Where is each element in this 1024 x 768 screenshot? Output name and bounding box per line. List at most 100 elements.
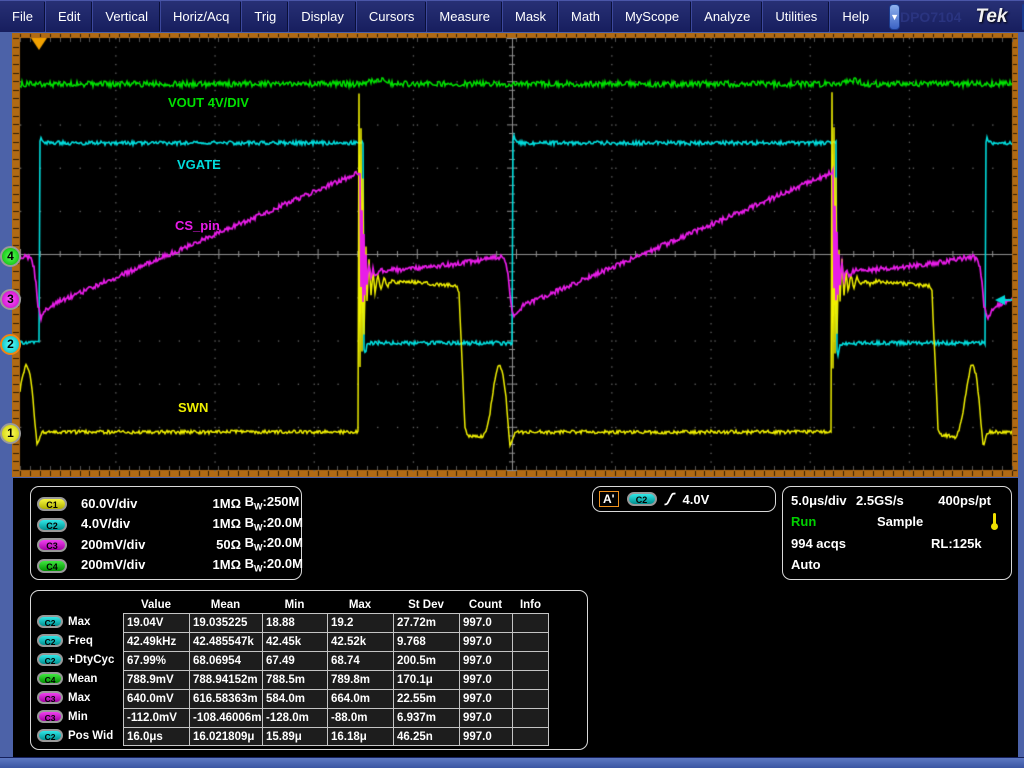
channel3-ground-marker[interactable]: 3 [0, 289, 21, 310]
channel3-bandwidth: BW:20.0M [241, 535, 297, 553]
timebase-scale: 5.0μs/div [791, 493, 847, 508]
trigger-readout-panel[interactable]: A' C2 4.0V [592, 486, 776, 512]
channel2-ground-marker[interactable]: 2 [0, 334, 21, 355]
meas-cell: 27.72m [393, 613, 459, 632]
measurement-table-panel: Value Mean Min Max St Dev Count Info C2M… [30, 590, 588, 750]
trigger-source-badge: C2 [627, 492, 657, 506]
waveform-display: 4 3 2 1 VOUT 4V/DIV VGATE CS_pin SWN [0, 32, 1024, 478]
menu-dropdown-button[interactable]: ▼ [889, 4, 900, 30]
menu-display[interactable]: Display [288, 1, 356, 32]
channel3-badge[interactable]: C3 [37, 538, 67, 552]
meas-cell: 170.1μ [393, 670, 459, 689]
meas-cell: 46.25n [393, 727, 459, 746]
meas-cell: 616.58363m [189, 689, 262, 708]
meas-cell: 42.49kHz [123, 632, 189, 651]
trigger-level: 4.0V [683, 492, 710, 507]
menu-help[interactable]: Help [829, 1, 881, 32]
channel1-impedance: 1MΩ [199, 496, 241, 511]
trace-label-vgate: VGATE [177, 157, 221, 172]
menu-utilities[interactable]: Utilities [762, 1, 829, 32]
record-length: RL:125k [931, 536, 982, 551]
channel1-bandwidth: BW:250M [241, 494, 297, 512]
meas-row-label: C3Min [35, 708, 123, 727]
meas-cell [512, 651, 549, 670]
meas-cell: 788.9mV [123, 670, 189, 689]
measurement-table: Value Mean Min Max St Dev Count Info C2M… [35, 594, 549, 746]
channel2-badge[interactable]: C2 [37, 518, 67, 532]
menu-file[interactable]: File [0, 1, 45, 32]
meas-row-label: C4Mean [35, 670, 123, 689]
taskbar[interactable] [0, 757, 1024, 768]
menu-edit[interactable]: Edit [45, 1, 92, 32]
meas-cell: 640.0mV [123, 689, 189, 708]
meas-cell: 997.0 [459, 708, 512, 727]
meas-row-label: C2Freq [35, 632, 123, 651]
meas-cell: 15.89μ [262, 727, 327, 746]
thermometer-icon [990, 513, 999, 531]
menu-bar: File Edit Vertical Horiz/Acq Trig Displa… [0, 0, 1024, 32]
menu-math[interactable]: Math [558, 1, 612, 32]
chevron-down-icon: ▼ [890, 12, 899, 22]
acquisition-mode: Sample [877, 514, 923, 529]
left-margin [0, 478, 13, 757]
menu-horiz-acq[interactable]: Horiz/Acq [160, 1, 241, 32]
meas-cell: 9.768 [393, 632, 459, 651]
tek-logo: Tek [975, 1, 1007, 32]
model-label: DPO7104 [900, 1, 961, 32]
meas-cell [512, 632, 549, 651]
channel2-scale: 4.0V/div [81, 516, 199, 531]
timebase-panel: 5.0μs/div 2.5GS/s 400ps/pt Run Sample 99… [782, 486, 1012, 580]
trace-label-cs_pin: CS_pin [175, 218, 220, 233]
meas-cell: 68.06954 [189, 651, 262, 670]
meas-cell: 68.74 [327, 651, 393, 670]
menu-cursors[interactable]: Cursors [356, 1, 427, 32]
meas-cell: 200.5m [393, 651, 459, 670]
channel1-badge[interactable]: C1 [37, 497, 67, 511]
waveform-graticule[interactable] [12, 33, 1018, 477]
meas-cell: 16.021809μ [189, 727, 262, 746]
meas-row-label: C2+DtyCyc [35, 651, 123, 670]
meas-cell: 6.937m [393, 708, 459, 727]
meas-cell [512, 613, 549, 632]
channel4-badge[interactable]: C4 [37, 559, 67, 573]
menu-analyze[interactable]: Analyze [691, 1, 762, 32]
sample-rate: 2.5GS/s [856, 493, 904, 508]
meas-row-label: C2Pos Wid [35, 727, 123, 746]
acquisition-state: Run [791, 514, 816, 529]
meas-cell: -88.0m [327, 708, 393, 727]
channel2-bandwidth: BW:20.0M [241, 515, 297, 533]
menu-myscope[interactable]: MyScope [612, 1, 691, 32]
sample-resolution: 400ps/pt [938, 493, 991, 508]
channel1-ground-marker[interactable]: 1 [0, 423, 21, 444]
meas-cell: 67.99% [123, 651, 189, 670]
channel3-impedance: 50Ω [199, 537, 241, 552]
menu-mask[interactable]: Mask [502, 1, 558, 32]
channel4-impedance: 1MΩ [199, 557, 241, 572]
channel4-bandwidth: BW:20.0M [241, 556, 297, 574]
meas-cell [512, 708, 549, 727]
acquisition-count: 994 acqs [791, 536, 846, 551]
trace-label-vout: VOUT 4V/DIV [168, 95, 249, 110]
meas-cell: 16.18μ [327, 727, 393, 746]
oscilloscope-app: File Edit Vertical Horiz/Acq Trig Displa… [0, 0, 1024, 768]
channel2-impedance: 1MΩ [199, 516, 241, 531]
meas-cell: 42.485547k [189, 632, 262, 651]
meas-cell [512, 689, 549, 708]
meas-row-label: C2Max [35, 613, 123, 632]
menu-trig[interactable]: Trig [241, 1, 288, 32]
meas-cell: 788.5m [262, 670, 327, 689]
meas-cell: 16.0μs [123, 727, 189, 746]
meas-cell: -112.0mV [123, 708, 189, 727]
menu-measure[interactable]: Measure [426, 1, 502, 32]
meas-cell: 997.0 [459, 651, 512, 670]
meas-cell: 997.0 [459, 689, 512, 708]
trace-label-swn: SWN [178, 400, 208, 415]
meas-cell: 42.45k [262, 632, 327, 651]
menu-vertical[interactable]: Vertical [92, 1, 160, 32]
meas-cell: 18.88 [262, 613, 327, 632]
channel4-ground-marker[interactable]: 4 [0, 246, 21, 267]
meas-row-label: C3Max [35, 689, 123, 708]
meas-cell [512, 727, 549, 746]
minimize-button[interactable] [1022, 4, 1024, 30]
readout-area: C1 60.0V/div 1MΩ BW:250M C2 4.0V/div 1MΩ… [0, 478, 1024, 757]
